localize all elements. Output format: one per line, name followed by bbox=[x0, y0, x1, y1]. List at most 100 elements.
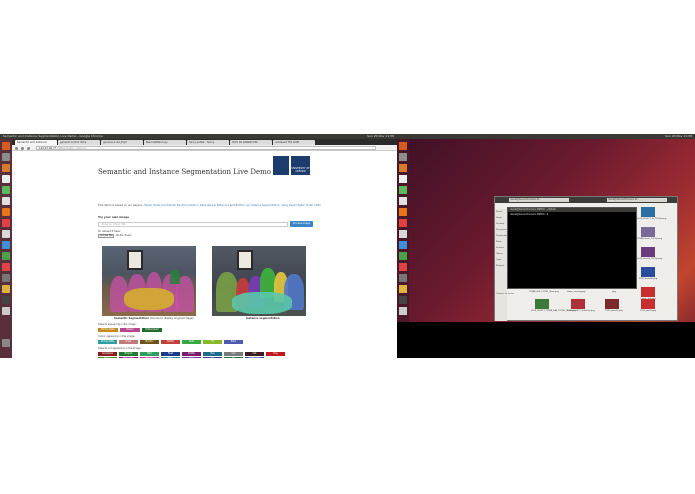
legend-indoor-heading: Indoor appearing in the image: bbox=[98, 335, 136, 338]
launcher-editor-icon[interactable] bbox=[399, 285, 407, 293]
file-manager-tab[interactable]: daniel@daniel-Precision-M... bbox=[509, 198, 569, 202]
sidebar-item[interactable]: Connect to Server bbox=[496, 293, 514, 295]
legend-badge: Plant bbox=[224, 340, 243, 344]
file-name[interactable]: 2010_derdedt.png bbox=[637, 278, 659, 280]
launcher-calc-icon[interactable] bbox=[399, 186, 407, 194]
file-name[interactable]: 2010_001577_TV588_SAR_TVCNS_Obstr.png bbox=[531, 310, 576, 312]
file-name[interactable]: 2010_001577_Instance.png bbox=[567, 310, 595, 312]
semantic-segmentation-image[interactable] bbox=[102, 246, 196, 316]
launcher-files-icon[interactable] bbox=[399, 153, 407, 161]
legend-badge: Cat bbox=[245, 352, 264, 356]
launcher-app-icon[interactable] bbox=[399, 252, 407, 260]
intro-prefix: This demo is based on our papers: bbox=[98, 204, 143, 207]
terminal-title: daniel@daniel-Precision-M4800: ~/deltaD bbox=[508, 208, 636, 212]
launcher-chrome-icon[interactable] bbox=[2, 241, 10, 249]
launcher-app3-icon[interactable] bbox=[2, 296, 10, 304]
launcher-app2-icon[interactable] bbox=[399, 263, 407, 271]
launcher-app-icon[interactable] bbox=[2, 252, 10, 260]
sidebar-item[interactable]: Music bbox=[496, 241, 502, 243]
legend-badge: Bottle bbox=[182, 352, 201, 356]
launcher-impress-icon[interactable] bbox=[2, 197, 10, 205]
file-thumbnail[interactable] bbox=[641, 267, 655, 277]
file-name[interactable]: 2010_dereful.png bbox=[603, 310, 625, 312]
launcher-calc-icon[interactable] bbox=[2, 186, 10, 194]
instance-segmentation-image[interactable] bbox=[212, 246, 306, 316]
file-thumbnail[interactable] bbox=[641, 247, 655, 257]
try-label: Try your own image bbox=[98, 215, 129, 219]
reload-icon[interactable] bbox=[27, 146, 30, 150]
legend-appearing-heading: Objects appearing in the image: bbox=[98, 323, 137, 326]
terminal-window[interactable]: daniel@daniel-Precision-M4800: ~/deltaD … bbox=[507, 207, 637, 289]
file-thumbnail[interactable] bbox=[605, 299, 619, 309]
file-name[interactable]: 2010_001577_2s_TVObjt.png bbox=[637, 218, 666, 220]
legend-badge: Bicycle bbox=[119, 352, 138, 356]
address-bar[interactable]: 129.67.90.77/deltavirtually_camera bbox=[36, 146, 376, 150]
file-name[interactable]: 2010_derfd.png bbox=[637, 310, 659, 312]
launcher-firefox-icon[interactable] bbox=[399, 164, 407, 172]
forward-icon[interactable] bbox=[21, 146, 24, 150]
launcher-drive-icon[interactable] bbox=[399, 307, 407, 315]
file-name[interactable]: TV588_sheet_TVObjt.png bbox=[637, 238, 662, 240]
file-thumbnail[interactable] bbox=[641, 207, 655, 217]
file-thumbnail[interactable] bbox=[571, 299, 585, 309]
file-thumbnail[interactable] bbox=[641, 227, 655, 237]
no-file-text: No file chosen bbox=[116, 234, 132, 237]
launcher-firefox-icon[interactable] bbox=[2, 164, 10, 172]
file-thumbnail[interactable] bbox=[535, 299, 549, 309]
address-path: /deltavirtually_camera bbox=[56, 147, 86, 150]
legend-badge: Dog bbox=[266, 352, 285, 356]
launcher-settings-icon[interactable] bbox=[2, 230, 10, 238]
file-name[interactable]: shape_overlay.png bbox=[565, 291, 587, 293]
launcher-editor-icon[interactable] bbox=[2, 285, 10, 293]
table-mask bbox=[124, 288, 174, 310]
sidebar-item[interactable]: Documents bbox=[496, 229, 507, 231]
launcher-software-icon[interactable] bbox=[2, 208, 10, 216]
launcher-ubuntu-icon[interactable] bbox=[399, 142, 407, 150]
choose-file-button[interactable]: Choose File bbox=[98, 234, 114, 238]
sidebar-item[interactable]: Videos bbox=[496, 253, 503, 255]
legend-not-heading: Objects not appearing in the image: bbox=[98, 347, 142, 350]
paper-link-2[interactable]: Bottom-up Instance Segmentation using De… bbox=[235, 204, 320, 207]
launcher-terminal-icon[interactable] bbox=[399, 274, 407, 282]
launcher-impress-icon[interactable] bbox=[399, 197, 407, 205]
file-name[interactable]: png bbox=[603, 291, 625, 293]
file-manager-tab[interactable]: daniel@daniel-Precision-M... bbox=[607, 198, 667, 202]
launcher-tools-icon[interactable] bbox=[399, 219, 407, 227]
launcher-tools-icon[interactable] bbox=[2, 219, 10, 227]
launcher-ubuntu-icon[interactable] bbox=[2, 142, 10, 150]
launcher-drive-icon[interactable] bbox=[2, 307, 10, 315]
launcher-writer-icon[interactable] bbox=[2, 175, 10, 183]
process-image-button[interactable]: Process Image bbox=[290, 221, 313, 227]
launcher-writer-icon[interactable] bbox=[399, 175, 407, 183]
paper-link-1[interactable]: Higher Order Conditional Random Fields i… bbox=[144, 204, 229, 207]
launcher-app2-icon[interactable] bbox=[2, 263, 10, 271]
file-manager-window[interactable]: daniel@daniel-Precision-M... daniel@dani… bbox=[494, 196, 678, 321]
image-url-input[interactable]: Enter an image URL bbox=[98, 222, 288, 227]
file-thumbnail[interactable] bbox=[641, 299, 655, 309]
launcher-chrome-icon[interactable] bbox=[399, 241, 407, 249]
sidebar-item[interactable]: Trash bbox=[496, 259, 501, 261]
legend-badge: Bottle bbox=[161, 340, 180, 344]
launcher-files-icon[interactable] bbox=[2, 153, 10, 161]
launcher-settings-icon[interactable] bbox=[399, 230, 407, 238]
semantic-caption-bold: Semantic Segmentation bbox=[114, 317, 150, 320]
launcher-trash-icon[interactable] bbox=[2, 339, 10, 347]
file-thumbnail[interactable] bbox=[641, 287, 655, 297]
file-name[interactable]: 2010_dereful_TVObjt.png bbox=[637, 258, 662, 260]
sidebar-item[interactable]: Pictures bbox=[496, 247, 504, 249]
back-icon[interactable] bbox=[15, 146, 18, 150]
system-tray-clock[interactable]: Sun 20 Nov 11:38 bbox=[665, 134, 692, 139]
page-title: Semantic and Instance Segmentation Live … bbox=[98, 168, 272, 176]
sidebar-item[interactable]: Downloads bbox=[496, 235, 507, 237]
legend-badge: Chair bbox=[119, 340, 138, 344]
terminal-prompt[interactable]: daniel@daniel-Precision-M4800:~$ bbox=[510, 213, 548, 216]
launcher-app3-icon[interactable] bbox=[399, 296, 407, 304]
right-system-topbar: Sun 20 Nov 11:38 bbox=[397, 134, 695, 139]
file-name[interactable]: TV588_000_TVCNS_Obstr.png bbox=[529, 291, 559, 293]
sidebar-item[interactable]: Network bbox=[496, 265, 504, 267]
webpage: UNIVERSITY OF OXFORD Semantic and Instan… bbox=[12, 151, 397, 358]
launcher-terminal-icon[interactable] bbox=[2, 274, 10, 282]
sidebar-item[interactable]: Desktop bbox=[496, 223, 504, 225]
sidebar-item[interactable]: Home bbox=[496, 217, 502, 219]
launcher-software-icon[interactable] bbox=[399, 208, 407, 216]
